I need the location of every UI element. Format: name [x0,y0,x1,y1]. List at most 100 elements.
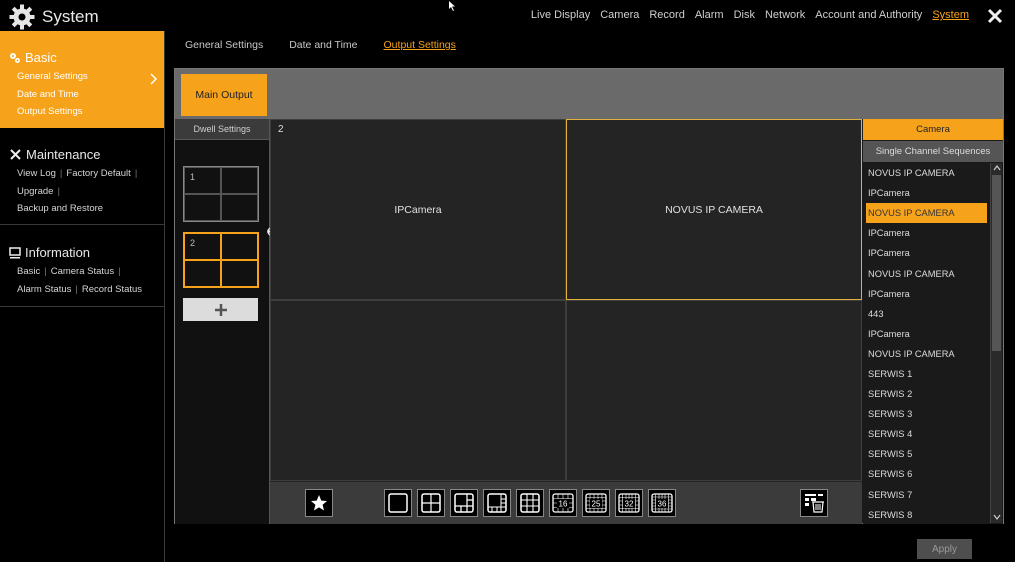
separator: | [75,283,78,295]
camera-list-item[interactable]: SERWIS 8 [863,505,987,525]
layout-6-button[interactable] [450,489,478,517]
sidebar-item-date-and-time[interactable]: Date and Time [17,86,88,104]
camera-list-item[interactable]: IPCamera [863,284,987,304]
camera-list-item[interactable]: 443 [863,304,987,324]
apply-button[interactable]: Apply [917,539,972,559]
dwell-settings-panel: Dwell Settings 1 2 [175,119,276,524]
clear-layout-button[interactable] [800,489,828,517]
sidebar-item-factory-default[interactable]: Factory Default [66,168,130,179]
nav-live-display[interactable]: Live Display [531,9,590,21]
sidebar-item-output-settings[interactable]: Output Settings [17,103,88,121]
camera-list-item[interactable]: NOVUS IP CAMERA [863,263,987,283]
camera-list-item[interactable]: SERWIS 5 [863,444,987,464]
layout-32-icon: 32 [618,493,640,513]
camera-list-item[interactable]: SERWIS 7 [863,485,987,505]
camera-list-item[interactable]: SERWIS 2 [863,384,987,404]
sidebar-information-title: Information [25,245,91,260]
plus-icon [214,303,227,316]
camera-list-item[interactable]: SERWIS 4 [863,424,987,444]
grid-cell-selected[interactable]: NOVUS IP CAMERA [566,119,862,300]
monitor-icon [9,246,21,258]
tab-single-channel-sequences[interactable]: Single Channel Sequences [863,141,1003,162]
sidebar-item-camera-status[interactable]: Camera Status [51,266,114,277]
sidebar-maintenance-header[interactable]: Maintenance [9,147,100,162]
sidebar-basic-title: Basic [25,50,57,65]
camera-list-item[interactable]: SERWIS 1 [863,364,987,384]
grid-cell[interactable] [270,300,566,481]
grid-cell[interactable]: 2 IPCamera [270,119,566,300]
top-nav: Live Display Camera Record Alarm Disk Ne… [531,9,969,21]
layout-4-button[interactable] [417,489,445,517]
nav-alarm[interactable]: Alarm [695,9,724,21]
sidebar-item-backup-restore[interactable]: Backup and Restore [17,203,103,214]
dwell-item-number: 2 [190,238,196,248]
tab-date-and-time[interactable]: Date and Time [289,39,357,51]
sidebar-item-general-settings[interactable]: General Settings [17,68,88,86]
dwell-item-number: 1 [190,172,196,182]
favorite-button[interactable] [305,489,333,517]
camera-list-item[interactable]: IPCamera [863,243,987,263]
camera-list-panel: Camera Single Channel Sequences NOVUS IP… [863,119,1003,524]
camera-list-item-selected[interactable]: NOVUS IP CAMERA [866,203,987,224]
layout-16-icon: 16 [552,493,574,513]
camera-list-item[interactable]: IPCamera [863,183,987,203]
sub-tabs: General Settings Date and Time Output Se… [185,39,456,51]
layout-4-icon [421,493,441,513]
sidebar-section-maintenance: Maintenance View Log | Factory Default | Up… [0,139,164,225]
layout-32-button[interactable]: 32 [615,489,643,517]
layout-25-icon: 25 [585,493,607,513]
sidebar-item-view-log[interactable]: View Log [17,168,56,179]
layout-9-button[interactable] [516,489,544,517]
scroll-thumb[interactable] [992,175,1001,351]
layout-25-button[interactable]: 25 [582,489,610,517]
layout-16-button[interactable]: 16 [549,489,577,517]
nav-camera[interactable]: Camera [600,9,639,21]
camera-list-item[interactable]: SERWIS 6 [863,464,987,484]
camera-list-item[interactable]: IPCamera [863,223,987,243]
sidebar-information-header[interactable]: Information [9,245,90,260]
camera-list-item[interactable]: IPCamera [863,324,987,344]
sidebar-basic-header[interactable]: Basic [9,50,57,65]
layout-9-icon [520,493,540,513]
scroll-down-icon[interactable] [993,514,1001,520]
sidebar-item-upgrade[interactable]: Upgrade [17,186,53,197]
star-icon [311,495,327,511]
separator: | [57,185,60,197]
camera-list-scrollbar[interactable] [990,163,1002,523]
layout-8-button[interactable] [483,489,511,517]
top-bar: System Live Display Camera Record Alarm … [0,0,1015,31]
dwell-item-selected[interactable]: 2 [183,227,276,288]
nav-record[interactable]: Record [649,9,684,21]
camera-list-item[interactable]: NOVUS IP CAMERA [863,344,987,364]
chevron-right-icon [150,73,158,85]
layout-8-icon [487,493,507,513]
layout-36-icon: 36 [651,493,673,513]
nav-disk[interactable]: Disk [734,9,755,21]
sidebar-basic-links: General Settings Date and Time Output Se… [17,68,88,121]
tab-general-settings[interactable]: General Settings [185,39,263,51]
dwell-item[interactable]: 1 [183,166,259,222]
layout-label: 36 [658,500,667,509]
sidebar-item-basic-info[interactable]: Basic [17,266,40,277]
page-title: System [42,7,99,26]
grid-cell[interactable] [566,300,862,481]
add-dwell-button[interactable] [183,298,258,321]
camera-list-item[interactable]: SERWIS 3 [863,404,987,424]
nav-system[interactable]: System [932,9,969,21]
sidebar-item-record-status[interactable]: Record Status [82,284,142,295]
layout-36-button[interactable]: 36 [648,489,676,517]
layout-toolbar: 16 25 32 36 [270,482,862,524]
close-icon[interactable] [986,7,1004,25]
scroll-up-icon[interactable] [993,165,1001,171]
tab-output-settings[interactable]: Output Settings [384,39,456,51]
sidebar-section-information: Information Basic | Camera Status | Alarm S… [0,237,164,307]
nav-account-authority[interactable]: Account and Authority [815,9,922,21]
main-output-button[interactable]: Main Output [181,74,267,116]
camera-list-item[interactable]: NOVUS IP CAMERA [863,163,987,183]
tab-camera[interactable]: Camera [863,119,1003,140]
sidebar-item-alarm-status[interactable]: Alarm Status [17,284,71,295]
nav-network[interactable]: Network [765,9,805,21]
layout-1-button[interactable] [384,489,412,517]
gears-icon [10,52,20,63]
camera-list: NOVUS IP CAMERA IPCamera NOVUS IP CAMERA IP… [863,163,990,525]
